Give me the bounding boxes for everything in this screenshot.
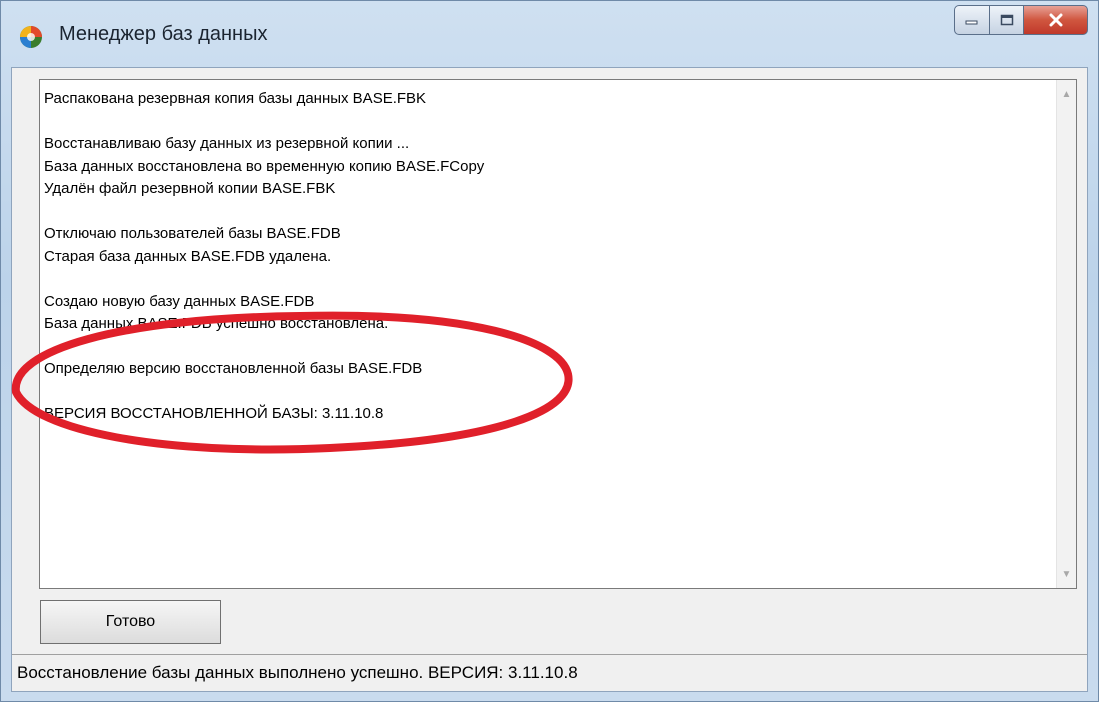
window-title: Менеджер баз данных	[59, 23, 268, 45]
minimize-icon	[965, 20, 978, 25]
log-line: Отключаю пользователей базы BASE.FDB	[44, 225, 341, 242]
maximize-icon	[1000, 14, 1013, 26]
status-bar: Восстановление базы данных выполнено усп…	[12, 654, 1087, 691]
log-line: Восстанавливаю базу данных из резервной …	[44, 135, 410, 152]
title-bar[interactable]: Менеджер баз данных	[1, 1, 1098, 67]
window-frame: Менеджер баз данных Распакована резервна…	[0, 0, 1099, 702]
close-icon	[1049, 13, 1062, 27]
maximize-button[interactable]	[990, 5, 1024, 35]
client-area: Распакована резервная копия базы данных …	[11, 67, 1088, 692]
scroll-down-icon[interactable]: ▼	[1057, 564, 1076, 584]
log-line: База данных BASE.FDB успешно восстановле…	[44, 315, 389, 332]
log-text: Распакована резервная копия базы данных …	[44, 88, 1034, 426]
done-button[interactable]: Готово	[40, 600, 221, 644]
log-line: Старая база данных BASE.FDB удалена.	[44, 247, 332, 265]
log-line: Создаю новую базу данных BASE.FDB	[44, 292, 315, 310]
log-memo[interactable]: Распакована резервная копия базы данных …	[39, 79, 1077, 589]
app-icon	[20, 26, 42, 48]
minimize-button[interactable]	[954, 5, 990, 35]
status-text: Восстановление базы данных выполнено усп…	[17, 663, 578, 682]
log-line: Удалён файл резервной копии BASE.FBK	[44, 180, 336, 197]
log-line: База данных восстановлена во временную к…	[44, 157, 485, 175]
close-button[interactable]	[1024, 5, 1088, 35]
scroll-up-icon[interactable]: ▲	[1057, 84, 1076, 104]
log-line: Распакована резервная копия базы данных …	[44, 90, 427, 107]
vertical-scrollbar[interactable]: ▲ ▼	[1056, 80, 1076, 588]
caption-buttons	[954, 5, 1088, 37]
log-line: ВЕРСИЯ ВОССТАНОВЛЕННОЙ БАЗЫ: 3.11.10.8	[44, 405, 384, 422]
log-line: Определяю версию восстановленной базы BA…	[44, 360, 423, 377]
